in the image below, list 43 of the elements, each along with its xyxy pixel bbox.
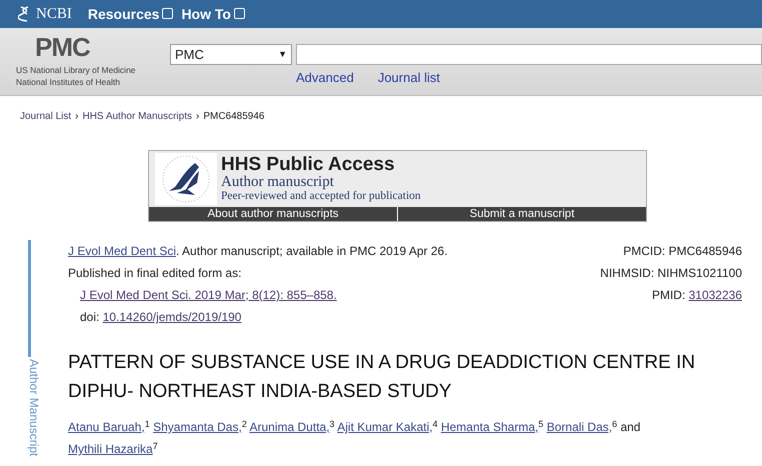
database-select[interactable]: PMC ▼ — [170, 44, 292, 65]
published-reference-link[interactable]: J Evol Med Dent Sci. 2019 Mar; 8(12): 855–858. — [80, 288, 337, 302]
author-link[interactable]: Arunima Dutta, — [250, 420, 330, 434]
citation-line: J Evol Med Dent Sci. Author manuscript; available in PMC 2019 Apr 26. — [68, 243, 448, 260]
breadcrumb-separator-icon: › — [75, 111, 78, 122]
banner-subtitle: Author manuscript — [221, 175, 335, 190]
published-label: Published in final edited form as: — [68, 265, 242, 282]
author-link[interactable]: Shyamanta Das, — [153, 420, 242, 434]
hhs-eagle-logo-icon — [155, 153, 217, 205]
breadcrumb-link[interactable]: HHS Author Manuscripts — [82, 111, 192, 122]
doi-line: doi: 10.14260/jemds/2019/190 — [79, 309, 242, 326]
author-link[interactable]: Mythili Hazarika — [68, 442, 153, 456]
doi-link[interactable]: 10.14260/jemds/2019/190 — [102, 310, 242, 324]
author-link[interactable]: Atanu Baruah, — [68, 420, 145, 434]
breadcrumb-separator-icon: › — [196, 111, 200, 122]
identifier-value: NIHMS1021100 — [658, 266, 742, 280]
search-link[interactable]: Advanced — [296, 68, 354, 88]
author-link[interactable]: Hemanta Sharma, — [440, 420, 538, 434]
author-list: Atanu Baruah,$^{1}$ Shyamanta Das,$^{2}$ Arunima Dutta,$^{3}$ Ajit Kumar Kakati,$^{4}$ Hemanta Sharma,$^{5}$ Bornali Das,$^{6}$ and Mythili Hazarika$^{7}$ — [68, 416, 742, 460]
author-link[interactable]: Bornali Das, — [546, 420, 612, 434]
search-link[interactable]: Journal list — [378, 68, 440, 88]
menu-button[interactable]: Resources — [88, 4, 174, 24]
identifier-line: NIHMSID: NIHMS1021100 — [600, 265, 742, 282]
banner-title: HHS Public Access — [221, 155, 396, 175]
identifier-line: PMCID: PMC6485946 — [622, 243, 742, 260]
pmc-logo[interactable]: PMC — [35, 34, 90, 60]
organization-name: US National Library of Medicine — [16, 64, 137, 76]
banner-button[interactable]: About author manuscripts — [149, 207, 397, 221]
identifier-value: PMC6485946 — [668, 244, 742, 258]
banner-button[interactable]: Submit a manuscript — [398, 207, 646, 221]
search-field[interactable] — [296, 44, 762, 65]
ncbi-brand[interactable]: NCBI — [36, 2, 72, 26]
banner-tagline: Peer-reviewed and accepted for publication — [221, 190, 421, 203]
author-manuscript-label: Author Manuscript — [26, 359, 42, 456]
breadcrumb-link[interactable]: Journal List — [20, 111, 72, 122]
article-title: PATTERN OF SUBSTANCE USE IN A DRUG DEADDICTION CENTRE IN DIPHU- NORTHEAST INDIA-BASED STUDY — [68, 351, 696, 404]
identifier-line: PMID: 31032236 — [650, 287, 742, 304]
author-link[interactable]: Ajit Kumar Kakati, — [337, 420, 433, 434]
pmid-link[interactable]: 31032236 — [688, 288, 742, 302]
organization-name: National Institutes of Health — [16, 76, 121, 88]
menu-button[interactable]: How To — [181, 4, 245, 24]
breadcrumb-current: PMC6485946 — [203, 111, 264, 122]
journal-link[interactable]: J Evol Med Dent Sci — [68, 244, 176, 258]
